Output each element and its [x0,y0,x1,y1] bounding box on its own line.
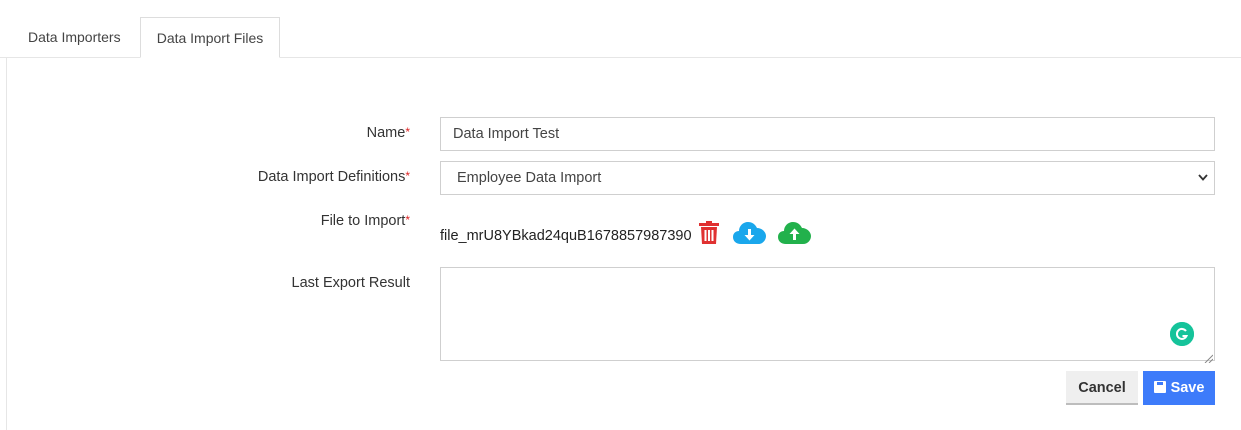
file-label-text: File to Import [320,213,406,229]
cloud-upload-icon[interactable] [778,221,811,250]
name-label-text: Name [366,125,406,141]
definitions-selected-value: Employee Data Import [457,170,602,186]
chevron-down-icon [1198,162,1208,206]
definitions-label-text: Data Import Definitions [257,169,406,185]
tab-data-importers[interactable]: Data Importers [12,17,137,57]
required-mark: * [405,213,410,227]
file-name: file_mrU8YBkad24quB1678857987390 [440,228,692,244]
resize-handle-icon[interactable] [1204,350,1214,364]
last-export-label-text: Last Export Result [291,275,410,291]
definitions-select[interactable]: Employee Data Import [440,161,1215,195]
name-label: Name* [367,125,410,141]
tab-bar: Data Importers Data Import Files [0,0,1241,58]
cloud-download-icon[interactable] [733,221,766,250]
trash-icon[interactable] [698,221,720,250]
required-mark: * [405,125,410,139]
last-export-textarea[interactable] [440,267,1215,361]
save-button-label: Save [1170,380,1205,396]
cancel-button[interactable]: Cancel [1066,371,1138,405]
last-export-label: Last Export Result [292,275,410,291]
name-input[interactable]: Data Import Test [440,117,1215,151]
form-panel [6,58,1241,430]
tab-data-import-files[interactable]: Data Import Files [140,17,280,58]
required-mark: * [405,169,410,183]
save-button[interactable]: Save [1143,371,1215,405]
file-label: File to Import* [321,213,410,229]
definitions-label: Data Import Definitions* [258,169,410,185]
floppy-disk-icon [1153,381,1166,393]
grammarly-icon[interactable] [1170,322,1194,346]
